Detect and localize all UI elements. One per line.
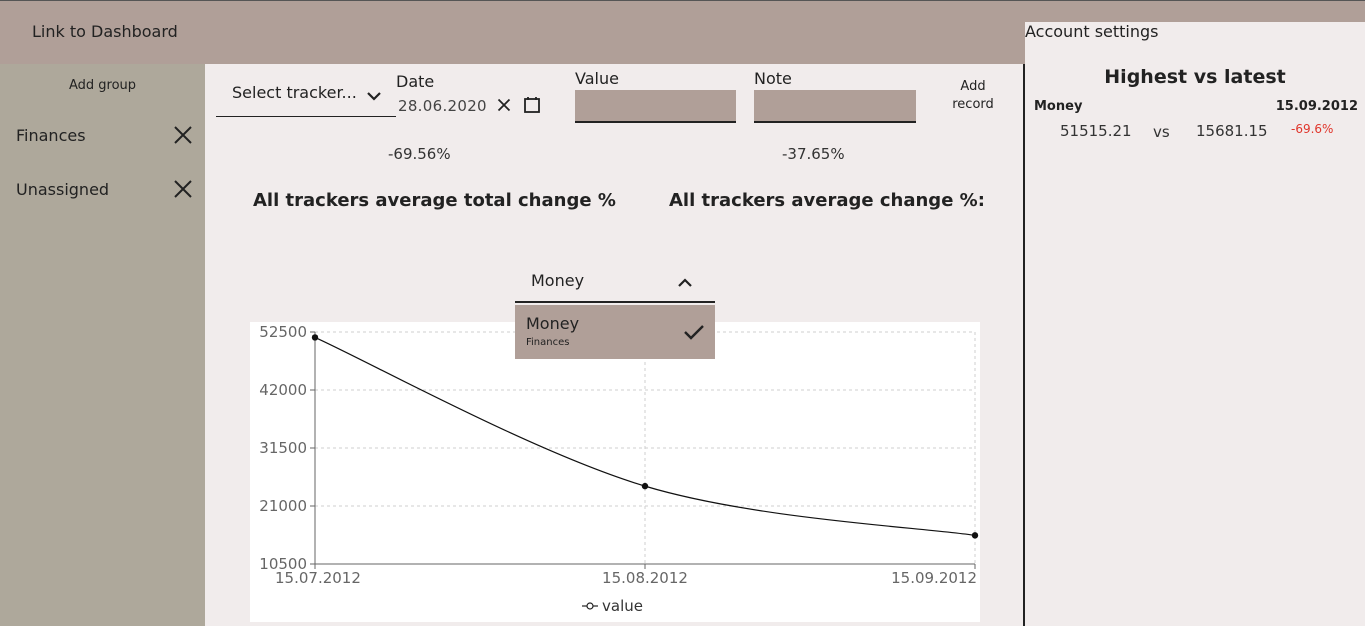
sidebar-item-unassigned[interactable]: Unassigned (16, 178, 196, 204)
legend-label: value (602, 597, 643, 615)
clear-date-icon[interactable] (497, 98, 511, 112)
panel-title: Highest vs latest (1104, 66, 1286, 88)
y-tick-label: 52500 (259, 323, 307, 341)
option-subtitle: Finances (526, 337, 570, 348)
y-tick-label: 42000 (259, 381, 307, 399)
sidebar-item-finances[interactable]: Finances (16, 124, 196, 150)
value-label: Value (575, 69, 619, 88)
latest-value: 15681.15 (1196, 122, 1268, 140)
date-input[interactable]: 28.06.2020 (398, 97, 487, 115)
change-percent: -69.6% (1291, 122, 1334, 136)
calendar-icon[interactable] (523, 96, 541, 114)
chart-svg: 525004200031500210001050015.07.2012 15.08… (259, 323, 979, 615)
add-group-button[interactable]: Add group (0, 78, 205, 93)
tracker-select-label: Select tracker... (232, 83, 357, 102)
checkmark-icon (684, 325, 704, 340)
dashboard-link[interactable]: Link to Dashboard (32, 22, 178, 41)
add-record-button[interactable]: Add record (945, 78, 1001, 114)
legend-marker (586, 602, 594, 610)
avg-change-heading: All trackers average change %: (669, 190, 985, 211)
total-change-heading: All trackers average total change % (253, 190, 616, 211)
highest-vs-latest-panel: Highest vs latest Money 15.09.2012 51515… (1025, 64, 1365, 626)
x-tick-label: 15.09.2012 (891, 569, 977, 587)
remove-group-icon[interactable] (172, 178, 194, 200)
tracker-chart: 52500 42000 31500 21000 10500 15.07.2012 15.08… (250, 322, 980, 622)
chevron-down-icon (367, 92, 381, 101)
avg-change-value: -37.65% (782, 145, 845, 163)
chart-tracker-dropdown[interactable]: Money (515, 264, 715, 303)
vs-label: vs (1153, 123, 1170, 141)
y-tick-label: 21000 (259, 497, 307, 515)
note-input[interactable] (754, 90, 916, 123)
chevron-up-icon (678, 278, 692, 287)
date-label: Date (396, 72, 435, 91)
groups-sidebar: Add group Finances Unassigned (0, 64, 205, 626)
dropdown-option-money[interactable]: Money Finances (515, 305, 715, 359)
tracker-select[interactable]: Select tracker... (216, 76, 396, 117)
x-tick-label: 15.07.2012 (275, 569, 361, 587)
value-input[interactable] (575, 90, 736, 123)
y-tick-label: 31500 (259, 439, 307, 457)
tracker-name: Money (1034, 99, 1083, 114)
group-label: Finances (16, 126, 86, 145)
dropdown-selected-label: Money (531, 271, 585, 290)
option-title: Money (526, 314, 580, 333)
remove-group-icon[interactable] (172, 124, 194, 146)
highest-value: 51515.21 (1060, 122, 1132, 140)
x-tick-label: 15.08.2012 (602, 569, 688, 587)
latest-date: 15.09.2012 (1275, 99, 1358, 114)
note-label: Note (754, 69, 792, 88)
total-change-value: -69.56% (388, 145, 451, 163)
data-point (641, 482, 649, 490)
group-label: Unassigned (16, 180, 110, 199)
top-bar: Link to Dashboard Account settings (0, 0, 1365, 584)
main-panel: Select tracker... Date 28.06.2020 Value … (205, 64, 1023, 626)
data-point (311, 334, 319, 341)
data-point (971, 532, 979, 539)
